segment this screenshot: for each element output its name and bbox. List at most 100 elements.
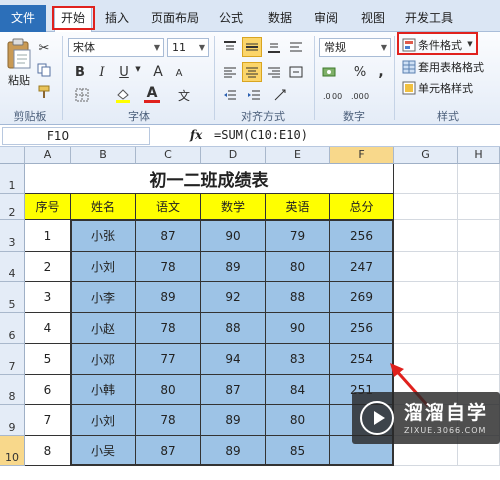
font-name-select[interactable]: 宋体 ▼: [68, 38, 164, 57]
cell-h5[interactable]: [458, 282, 500, 313]
cut-icon[interactable]: ✂: [36, 40, 52, 56]
tab-home[interactable]: 开始: [54, 6, 92, 32]
increase-indent-icon[interactable]: [244, 87, 264, 103]
cell-g5[interactable]: [394, 282, 458, 313]
data-cell[interactable]: 88: [266, 282, 330, 313]
cell-g1[interactable]: [394, 164, 458, 194]
fill-color-icon[interactable]: [114, 87, 132, 103]
data-cell[interactable]: 小李: [71, 282, 136, 313]
chevron-down-icon[interactable]: ▼: [134, 65, 142, 73]
header-cell[interactable]: 语文: [136, 194, 201, 220]
row-header-9[interactable]: 9: [0, 405, 25, 436]
row-header-10[interactable]: 10: [0, 436, 25, 466]
select-all-corner[interactable]: [0, 147, 25, 164]
shrink-font-button[interactable]: A: [172, 65, 186, 81]
data-cell[interactable]: 89: [201, 436, 266, 466]
tab-review[interactable]: 审阅: [309, 7, 343, 29]
data-cell[interactable]: 小刘: [71, 252, 136, 282]
data-cell[interactable]: 256: [330, 313, 394, 344]
name-box[interactable]: F10: [2, 127, 150, 145]
header-cell[interactable]: 英语: [266, 194, 330, 220]
merge-center-icon[interactable]: [286, 63, 306, 81]
data-cell[interactable]: 83: [266, 344, 330, 375]
comma-style-button[interactable]: ,: [374, 63, 388, 81]
data-cell[interactable]: 2: [25, 252, 71, 282]
data-cell[interactable]: 85: [266, 436, 330, 466]
data-cell[interactable]: 小邓: [71, 344, 136, 375]
column-header-a[interactable]: A: [25, 147, 71, 164]
data-cell[interactable]: 269: [330, 282, 394, 313]
data-cell[interactable]: 94: [201, 344, 266, 375]
row-header-5[interactable]: 5: [0, 282, 25, 313]
cell-g6[interactable]: [394, 313, 458, 344]
formula-input[interactable]: =SUM(C10:E10): [214, 128, 308, 142]
align-bottom-icon[interactable]: [264, 38, 284, 56]
data-cell[interactable]: 87: [136, 436, 201, 466]
align-left-icon[interactable]: [220, 63, 240, 81]
wrap-text-icon[interactable]: [286, 38, 306, 56]
data-cell[interactable]: 小张: [71, 220, 136, 252]
bold-button[interactable]: B: [72, 63, 88, 81]
column-header-e[interactable]: E: [266, 147, 330, 164]
italic-button[interactable]: I: [94, 63, 110, 81]
decrease-indent-icon[interactable]: [220, 87, 240, 103]
font-size-select[interactable]: 11 ▼: [167, 38, 209, 57]
cell-g4[interactable]: [394, 252, 458, 282]
data-cell[interactable]: 87: [201, 375, 266, 405]
data-cell[interactable]: 92: [201, 282, 266, 313]
currency-icon[interactable]: [320, 63, 342, 81]
data-cell[interactable]: 89: [201, 252, 266, 282]
cell-styles-button[interactable]: 单元格样式: [418, 79, 488, 97]
cell-h7[interactable]: [458, 344, 500, 375]
data-cell[interactable]: 80: [266, 405, 330, 436]
cell-g3[interactable]: [394, 220, 458, 252]
column-header-d[interactable]: D: [201, 147, 266, 164]
data-cell[interactable]: 小吴: [71, 436, 136, 466]
phonetic-button[interactable]: 文: [176, 87, 192, 103]
data-cell[interactable]: 80: [266, 252, 330, 282]
tab-view[interactable]: 视图: [356, 7, 390, 29]
tab-formulas[interactable]: 公式: [214, 7, 248, 29]
cell-g2[interactable]: [394, 194, 458, 220]
format-as-table-button[interactable]: 套用表格格式: [418, 58, 498, 76]
data-cell[interactable]: 小刘: [71, 405, 136, 436]
cell-h1[interactable]: [458, 164, 500, 194]
sheet-title[interactable]: 初一二班成绩表: [25, 164, 394, 194]
number-format-select[interactable]: 常规 ▼: [319, 38, 391, 57]
row-header-4[interactable]: 4: [0, 252, 25, 282]
row-header-6[interactable]: 6: [0, 313, 25, 344]
data-cell[interactable]: 8: [25, 436, 71, 466]
column-header-f[interactable]: F: [330, 147, 394, 164]
column-header-b[interactable]: B: [71, 147, 136, 164]
tab-file[interactable]: 文件: [0, 5, 46, 32]
data-cell[interactable]: 3: [25, 282, 71, 313]
cell-h3[interactable]: [458, 220, 500, 252]
cell-h4[interactable]: [458, 252, 500, 282]
cell-h6[interactable]: [458, 313, 500, 344]
data-cell[interactable]: 80: [136, 375, 201, 405]
column-header-h[interactable]: H: [458, 147, 500, 164]
decrease-decimal-icon[interactable]: .00 0: [350, 87, 372, 103]
data-cell[interactable]: 78: [136, 252, 201, 282]
paste-button[interactable]: 粘贴: [4, 72, 34, 88]
data-cell[interactable]: 88: [201, 313, 266, 344]
data-cell[interactable]: 247: [330, 252, 394, 282]
data-cell[interactable]: 256: [330, 220, 394, 252]
header-cell[interactable]: 总分: [330, 194, 394, 220]
data-cell[interactable]: 87: [136, 220, 201, 252]
cell-styles-icon[interactable]: [401, 80, 417, 96]
grow-font-button[interactable]: A: [150, 63, 166, 81]
conditional-format-icon[interactable]: [401, 37, 417, 53]
data-cell[interactable]: 1: [25, 220, 71, 252]
data-cell[interactable]: 78: [136, 313, 201, 344]
data-cell[interactable]: 小赵: [71, 313, 136, 344]
tab-insert[interactable]: 插入: [100, 7, 134, 29]
cell-h2[interactable]: [458, 194, 500, 220]
align-center-icon[interactable]: [242, 62, 262, 82]
format-painter-icon[interactable]: [36, 84, 52, 100]
border-icon[interactable]: [74, 87, 90, 103]
data-cell[interactable]: 78: [136, 405, 201, 436]
copy-icon[interactable]: [36, 62, 52, 78]
tab-data[interactable]: 数据: [263, 7, 297, 29]
row-header-1[interactable]: 1: [0, 164, 25, 194]
